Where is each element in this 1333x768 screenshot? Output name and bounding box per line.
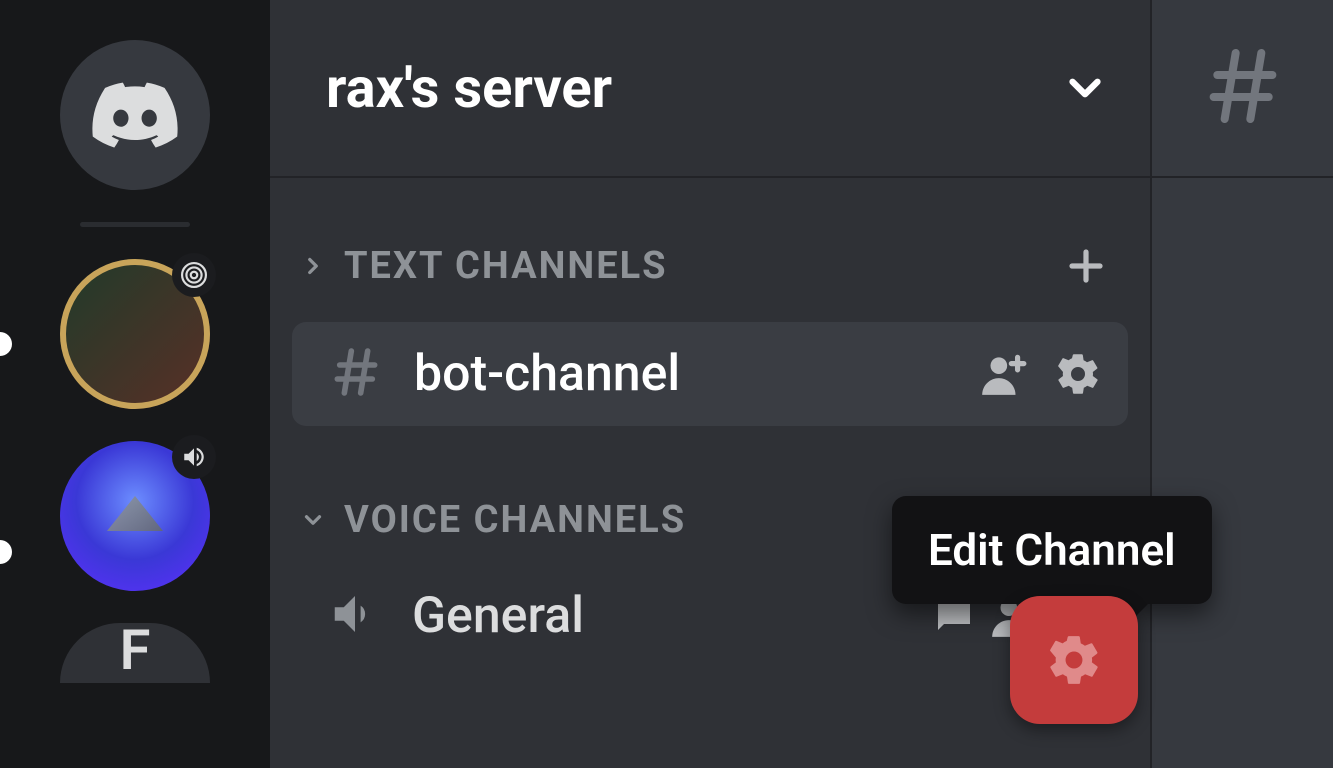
server-header[interactable]: rax's server bbox=[270, 0, 1150, 178]
channel-name-label: General bbox=[412, 587, 584, 645]
hash-icon bbox=[1199, 42, 1287, 134]
plus-icon bbox=[1062, 242, 1110, 290]
edit-channel-highlight[interactable] bbox=[1010, 596, 1138, 724]
server-avatar-1[interactable] bbox=[60, 259, 210, 409]
speaker-icon bbox=[328, 587, 382, 645]
chevron-right-icon bbox=[300, 253, 326, 279]
category-label: TEXT CHANNELS bbox=[344, 244, 668, 288]
server-avatar-2[interactable] bbox=[60, 441, 210, 591]
stage-badge-icon bbox=[172, 253, 216, 297]
category-toggle-voice[interactable]: VOICE CHANNELS bbox=[300, 498, 686, 542]
category-toggle-text[interactable]: TEXT CHANNELS bbox=[300, 244, 668, 288]
tooltip-edit-channel: Edit Channel bbox=[892, 496, 1212, 604]
gear-icon bbox=[1054, 350, 1102, 398]
gear-icon bbox=[1045, 631, 1103, 689]
category-text-channels: TEXT CHANNELS bbox=[270, 230, 1150, 302]
content-header bbox=[1152, 0, 1333, 178]
channel-sidebar: rax's server TEXT CHANNELS bot-channel bbox=[270, 0, 1150, 768]
speaker-badge-icon bbox=[172, 435, 216, 479]
create-channel-button[interactable] bbox=[1062, 242, 1110, 290]
rail-divider bbox=[80, 222, 190, 227]
tooltip-label: Edit Channel bbox=[928, 524, 1176, 576]
content-column bbox=[1150, 0, 1333, 768]
server-rail: F bbox=[0, 0, 270, 768]
text-channel-bot-channel[interactable]: bot-channel bbox=[292, 322, 1128, 426]
home-button[interactable] bbox=[60, 40, 210, 190]
server-name: rax's server bbox=[326, 55, 612, 121]
discord-logo-icon bbox=[92, 82, 178, 148]
chevron-down-icon bbox=[300, 507, 326, 533]
person-plus-icon bbox=[978, 349, 1028, 399]
chevron-down-icon bbox=[1060, 63, 1110, 113]
category-label: VOICE CHANNELS bbox=[344, 498, 686, 542]
hash-icon bbox=[328, 344, 384, 404]
channel-name-label: bot-channel bbox=[414, 345, 680, 403]
server-avatar-partial[interactable]: F bbox=[60, 623, 210, 683]
create-invite-button[interactable] bbox=[978, 349, 1028, 399]
server-letter: F bbox=[120, 617, 151, 683]
edit-channel-button[interactable] bbox=[1054, 350, 1102, 398]
